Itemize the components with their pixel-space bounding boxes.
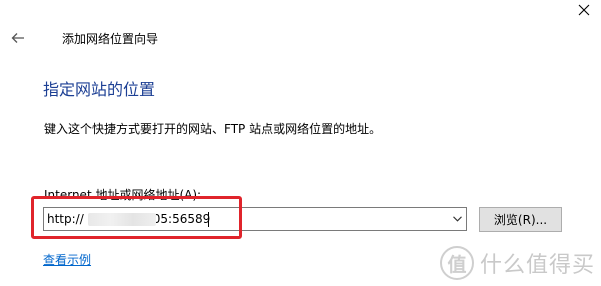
wizard-title: 添加网络位置向导 — [62, 32, 159, 46]
redacted-address-segment — [88, 213, 156, 226]
browse-button[interactable]: 浏览(R)... — [479, 207, 562, 232]
instruction-text: 键入这个快捷方式要打开的网站、FTP 站点或网络位置的地址。 — [44, 122, 382, 136]
text-caret — [208, 212, 209, 227]
watermark-text: 什么值得买 — [480, 253, 596, 278]
page-heading: 指定网站的位置 — [43, 80, 156, 99]
address-value-prefix: http:// — [47, 212, 84, 226]
back-arrow-icon — [11, 33, 24, 43]
watermark: 值 什么值得买 — [440, 245, 595, 281]
address-value-suffix: 05:56589 — [152, 212, 211, 226]
watermark-logo-icon: 值 — [440, 246, 474, 280]
chevron-down-icon — [452, 216, 462, 222]
close-icon — [578, 4, 590, 16]
address-dropdown-button[interactable] — [448, 208, 466, 230]
back-button[interactable] — [8, 28, 28, 48]
address-combobox[interactable]: http:// 05:56589 — [43, 207, 467, 231]
view-examples-link[interactable]: 查看示例 — [43, 252, 91, 268]
address-label: Internet 地址或网络地址(A): — [44, 188, 202, 202]
close-button[interactable] — [574, 0, 594, 20]
add-network-location-wizard: 添加网络位置向导 指定网站的位置 键入这个快捷方式要打开的网站、FTP 站点或网… — [0, 0, 601, 286]
address-input[interactable]: http:// 05:56589 — [44, 208, 448, 230]
